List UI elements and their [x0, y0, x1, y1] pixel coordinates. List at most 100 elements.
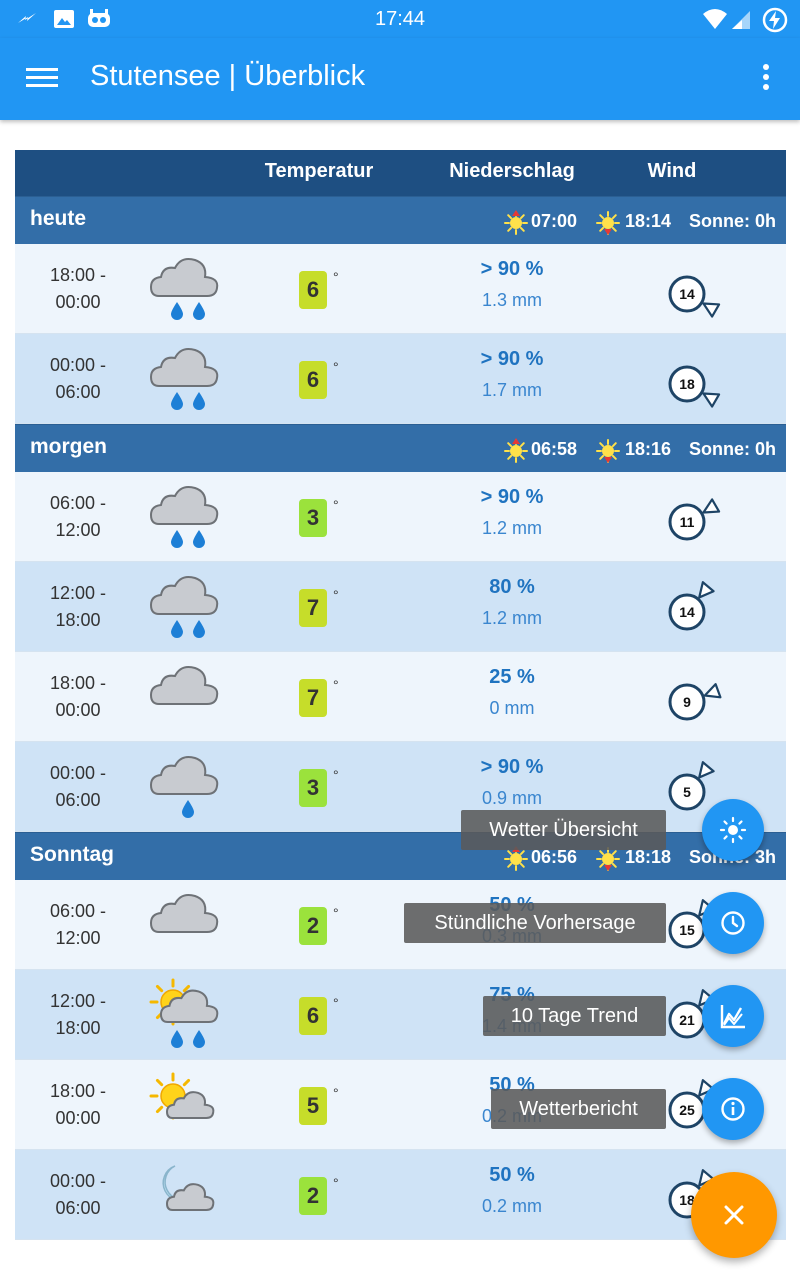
- more-options-icon[interactable]: [756, 64, 776, 96]
- time-to: 06:00: [55, 382, 101, 402]
- degree-symbol: °: [333, 497, 339, 513]
- app-bar: Stutensee | Überblick: [0, 38, 800, 120]
- degree-symbol: °: [333, 995, 339, 1011]
- day-header: heute 07:00 18:14 Sonne: 0h: [15, 196, 786, 244]
- weather-icon-wrap: [133, 480, 243, 561]
- time-range: 00:00 - 06:00: [33, 352, 123, 406]
- temperature-badge: 5: [299, 1087, 327, 1125]
- wifi-icon: [703, 9, 727, 29]
- degree-symbol: °: [333, 359, 339, 375]
- time-range: 12:00 - 18:00: [33, 988, 123, 1042]
- wind-indicator: 14: [647, 256, 727, 327]
- time-to: 18:00: [55, 610, 101, 630]
- forecast-row[interactable]: 00:00 -06:00 2 ° 50 % 0.2 mm 18: [15, 1150, 786, 1240]
- temperature-badge: 6: [299, 271, 327, 309]
- sunrise-icon: [504, 210, 528, 235]
- precip-amount: 1.3 mm: [481, 290, 542, 310]
- precip-amount: 0.9 mm: [481, 788, 542, 808]
- wind-speed: 15: [679, 922, 695, 938]
- wind-indicator: 18: [647, 346, 727, 417]
- time-to: 00:00: [55, 292, 101, 312]
- precip-probability: > 90 %: [480, 486, 544, 508]
- forecast-row[interactable]: 06:00 - 12:00 3 ° > 90 % 1.2 mm 11: [15, 472, 786, 562]
- weather-overview-button[interactable]: [702, 799, 764, 861]
- forecast-row[interactable]: 18:00 -00:005°50 %0.2 mm25: [15, 1060, 786, 1150]
- weather-icon-wrap: [133, 888, 243, 969]
- time-range: 18:00 - 00:00: [33, 1078, 123, 1132]
- forecast-row[interactable]: 18:00 - 00:00 7 ° 25 % 0 mm 9: [15, 652, 786, 742]
- precip-probability: 25 %: [489, 666, 535, 688]
- time-from: 06:00 -: [49, 493, 107, 513]
- precip-probability: > 90 %: [480, 756, 544, 778]
- wind-direction-icon: 11: [668, 498, 721, 541]
- precip-probability: 80 %: [489, 576, 535, 598]
- hourly-forecast-button[interactable]: [702, 892, 764, 954]
- sunset-time: 18:14: [625, 211, 672, 231]
- clock-icon: [721, 911, 745, 935]
- weather-report-button[interactable]: [702, 1078, 764, 1140]
- precip-probability: > 90 %: [480, 348, 544, 370]
- forecast-row[interactable]: 00:00 - 06:00 6 ° > 90 % 1.7 mm 18: [15, 334, 786, 424]
- weather-icon-wrap: [133, 570, 243, 651]
- sun-cloud-rain-icon: [149, 978, 219, 1048]
- degree-symbol: °: [333, 1085, 339, 1101]
- temperature-badge: 7: [299, 679, 327, 717]
- temperature-badge: 3: [299, 769, 327, 807]
- precip-amount: 1.2 mm: [481, 518, 542, 538]
- wind-direction-icon: 18: [668, 365, 721, 408]
- sunrise-icon: [504, 438, 528, 463]
- cloud-rain-icon: [149, 258, 219, 320]
- degree-symbol: °: [333, 677, 339, 693]
- fab-label-hourly-forecast[interactable]: Stündliche Vorhersage: [404, 903, 666, 943]
- precip-probability: > 90 %: [480, 258, 544, 280]
- time-from: 00:00 -: [49, 1171, 107, 1191]
- sun-icon: [719, 816, 747, 844]
- forecast-row[interactable]: 18:00 - 00:00 6 ° > 90 % 1.3 mm 14: [15, 244, 786, 334]
- sunrise-time: 07:00: [531, 211, 578, 231]
- time-range: 18:00 - 00:00: [33, 670, 123, 724]
- time-range: 00:00 - 06:00: [33, 760, 123, 814]
- weather-icon-wrap: [133, 1068, 243, 1149]
- menu-icon[interactable]: [26, 64, 58, 94]
- precip-amount: 0 mm: [489, 698, 535, 718]
- weather-icon-wrap: [133, 1158, 243, 1239]
- forecast-row[interactable]: 12:00 - 18:00 7 ° 80 % 1.2 mm 14: [15, 562, 786, 652]
- forecast-row[interactable]: 12:00 -18:006°75 %1.4 mm21: [15, 970, 786, 1060]
- weather-icon-wrap: [133, 660, 243, 741]
- cloud-rain-icon: [149, 576, 219, 638]
- wind-indicator: 11: [647, 484, 727, 555]
- moon-cloud-icon: [162, 1165, 215, 1211]
- time-to: 06:00: [55, 1198, 101, 1218]
- wind-speed: 5: [683, 784, 691, 800]
- time-range: 00:00 - 06:00: [33, 1168, 123, 1222]
- fab-label-weather-overview[interactable]: Wetter Übersicht: [461, 810, 666, 850]
- fab-label-10-day-trend[interactable]: 10 Tage Trend: [483, 996, 666, 1036]
- precip-amount: 1.7 mm: [481, 380, 542, 400]
- battery-charging-icon: [762, 7, 788, 33]
- time-range: 18:00 - 00:00: [33, 262, 123, 316]
- wind-indicator: 14: [647, 574, 727, 645]
- time-to: 00:00: [55, 1108, 101, 1128]
- degree-symbol: °: [333, 587, 339, 603]
- cloud-drizzle-icon: [149, 756, 219, 818]
- ten-day-trend-button[interactable]: [702, 985, 764, 1047]
- forecast-row[interactable]: 06:00 -12:002°50 %0.3 mm15: [15, 880, 786, 970]
- forecast-row[interactable]: 00:00 - 06:00 3 ° > 90 % 0.9 mm 5: [15, 742, 786, 832]
- wind-direction-icon: 14: [668, 581, 715, 631]
- sunrise-time: 06:56: [531, 847, 578, 867]
- cloud-icon: [149, 894, 219, 933]
- time-to: 06:00: [55, 790, 101, 810]
- degree-symbol: °: [333, 1175, 339, 1191]
- sunset-icon: [596, 439, 620, 463]
- column-header-precipitation: Niederschlag: [449, 160, 575, 182]
- sun-hours: Sonne: 0h: [689, 211, 777, 231]
- time-to: 00:00: [55, 700, 101, 720]
- fab-label-weather-report[interactable]: Wetterbericht: [491, 1089, 666, 1129]
- time-from: 12:00 -: [49, 583, 107, 603]
- degree-symbol: °: [333, 269, 339, 285]
- weather-icon-wrap: [133, 342, 243, 423]
- cloud-rain-icon: [149, 486, 219, 548]
- day-header: morgen 06:58 18:16 Sonne: 0h: [15, 424, 786, 472]
- wind-speed: 11: [680, 514, 695, 530]
- close-fab-button[interactable]: [691, 1172, 777, 1258]
